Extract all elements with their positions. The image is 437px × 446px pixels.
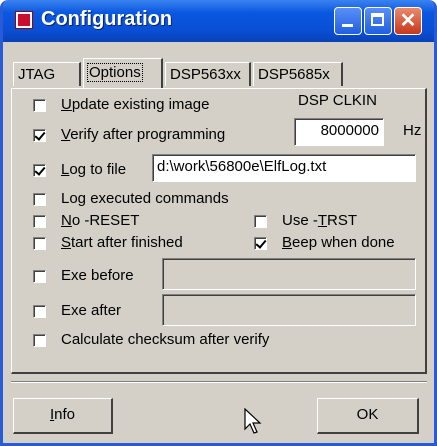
- dsp-clkin-input[interactable]: 8000000: [294, 118, 384, 146]
- use-trst-label: Use -TRST: [282, 212, 358, 229]
- exe-before-label: Exe before: [61, 267, 134, 284]
- title-bar[interactable]: Configuration ✕: [3, 0, 434, 42]
- tab-dsp5685x[interactable]: DSP5685x: [253, 62, 343, 86]
- close-icon: ✕: [399, 10, 417, 32]
- exe-before-checkbox[interactable]: [33, 270, 46, 283]
- minimize-button[interactable]: [334, 7, 362, 35]
- log-executed-commands-checkbox[interactable]: [33, 193, 46, 206]
- exe-after-input[interactable]: [162, 294, 416, 326]
- mouse-cursor-icon: [244, 408, 262, 434]
- info-button[interactable]: Info: [13, 398, 113, 434]
- update-existing-image-label: Update existing image: [61, 96, 210, 113]
- log-to-file-checkbox[interactable]: [33, 164, 46, 177]
- log-executed-commands-label: Log executed commands: [61, 190, 229, 207]
- tab-label: Options: [87, 63, 143, 82]
- close-button[interactable]: ✕: [394, 7, 422, 35]
- exe-after-checkbox[interactable]: [33, 305, 46, 318]
- log-file-path-input[interactable]: d:\work\56800e\ElfLog.txt: [152, 154, 416, 182]
- beep-when-done-checkbox[interactable]: [254, 237, 267, 250]
- log-to-file-label: Log to file: [61, 161, 127, 178]
- beep-when-done-label: Beep when done: [282, 234, 395, 251]
- use-trst-checkbox[interactable]: [254, 215, 267, 228]
- update-existing-image-checkbox[interactable]: [33, 99, 46, 112]
- dsp-clkin-unit: Hz: [403, 122, 422, 139]
- start-after-finished-label: Start after finished: [61, 234, 183, 251]
- exe-before-input[interactable]: [162, 258, 416, 290]
- calculate-checksum-checkbox[interactable]: [33, 334, 46, 347]
- maximize-button[interactable]: [364, 7, 392, 35]
- ok-button[interactable]: OK: [317, 398, 419, 434]
- tab-dsp563xx[interactable]: DSP563xx: [165, 62, 251, 86]
- separator: [11, 381, 427, 383]
- minimize-icon: [342, 24, 353, 27]
- tab-label: DSP5685x: [258, 66, 330, 83]
- tab-label: DSP563xx: [170, 66, 241, 83]
- no-reset-checkbox[interactable]: [33, 215, 46, 228]
- app-icon: [15, 11, 33, 29]
- exe-after-label: Exe after: [61, 302, 122, 319]
- calculate-checksum-label: Calculate checksum after verify: [61, 331, 270, 348]
- dsp-clkin-label: DSP CLKIN: [298, 92, 377, 109]
- verify-after-programming-checkbox[interactable]: [33, 129, 46, 142]
- start-after-finished-checkbox[interactable]: [33, 237, 46, 250]
- tab-jtag[interactable]: JTAG: [13, 62, 81, 86]
- maximize-icon: [371, 13, 384, 26]
- tab-label: JTAG: [18, 66, 56, 83]
- tab-options[interactable]: Options: [83, 58, 163, 88]
- no-reset-label: No -RESET: [61, 212, 140, 229]
- configuration-window: Configuration ✕ JTAG Options DSP563xx DS…: [0, 0, 437, 446]
- window-title: Configuration: [41, 8, 173, 30]
- verify-after-programming-label: Verify after programming: [61, 126, 226, 143]
